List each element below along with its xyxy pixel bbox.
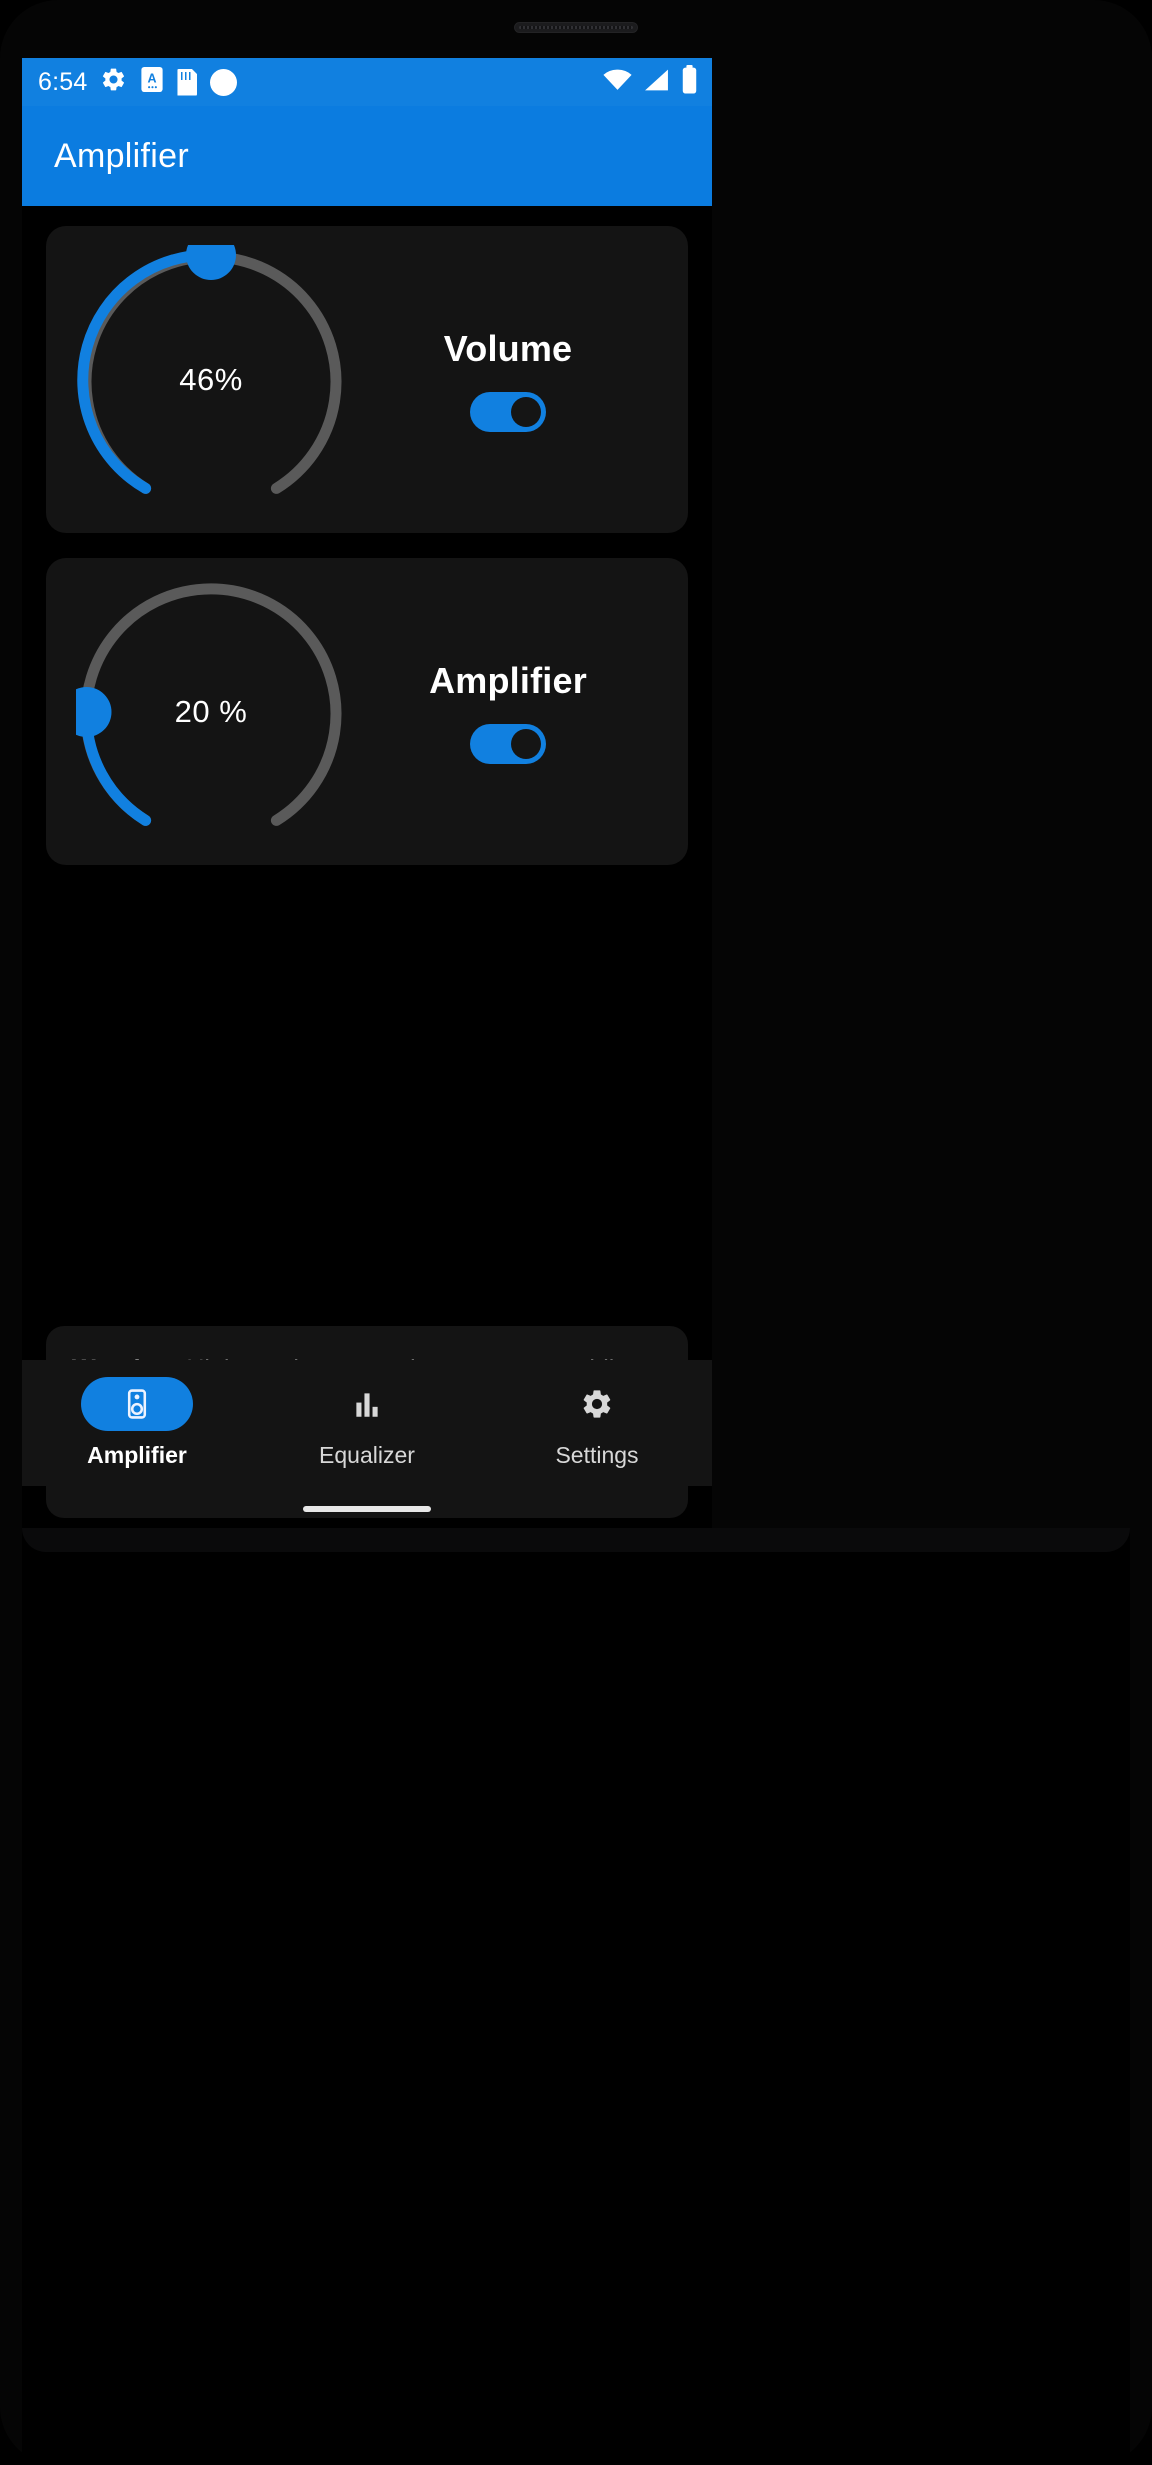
status-bar-clock: 6:54	[38, 67, 88, 96]
speaker-icon	[127, 1389, 147, 1419]
equalizer-bars-icon	[356, 1393, 378, 1417]
nav-label-settings: Settings	[555, 1442, 639, 1468]
status-bar-left-group: 6:54 A	[38, 66, 238, 98]
battery-icon	[681, 65, 698, 99]
volume-value: 46%	[179, 361, 243, 397]
toggle-thumb	[511, 728, 541, 759]
bottom-navigation-bar: Amplifier Equalizer Settings	[22, 1360, 712, 1486]
nav-pill-amplifier	[81, 1377, 193, 1431]
nav-pill-equalizer	[311, 1377, 423, 1431]
earpiece-speaker-grill	[514, 22, 638, 33]
wifi-icon	[603, 69, 632, 96]
app-bar: Amplifier	[22, 106, 712, 206]
sd-card-icon	[177, 68, 198, 96]
page-title: Amplifier	[54, 136, 189, 175]
cellular-signal-icon	[643, 68, 670, 97]
nav-item-amplifier[interactable]: Amplifier	[22, 1377, 252, 1469]
main-content: 46% Volume 20 % Amplifier	[22, 206, 712, 1528]
amplifier-controls: Amplifier	[346, 660, 688, 764]
svg-text:A: A	[148, 71, 157, 85]
gear-icon	[583, 1390, 611, 1418]
nav-item-settings[interactable]: Settings	[482, 1377, 712, 1469]
nav-label-amplifier: Amplifier	[87, 1442, 187, 1468]
volume-controls: Volume	[346, 328, 688, 432]
amplifier-card: 20 % Amplifier	[46, 558, 688, 865]
gear-icon	[100, 66, 127, 98]
phone-device: 6:54 A Amplifier 46% Volume 20 % Amplifi…	[0, 0, 1152, 2465]
circle-dot-icon	[210, 68, 238, 96]
status-bar: 6:54 A	[22, 58, 712, 106]
phone-chin	[22, 1528, 1130, 2465]
volume-toggle[interactable]	[470, 391, 546, 432]
amplifier-value: 20 %	[174, 693, 248, 729]
status-bar-right-group	[603, 65, 698, 99]
phone-bezel: 6:54 A Amplifier 46% Volume 20 % Amplifi…	[0, 0, 1152, 2465]
amplifier-toggle[interactable]	[470, 723, 546, 764]
screen-bottom-edge	[22, 1528, 1130, 1552]
nav-pill-settings	[541, 1377, 653, 1431]
volume-knob[interactable]: 46%	[76, 244, 346, 515]
nav-item-equalizer[interactable]: Equalizer	[252, 1377, 482, 1469]
text-a-badge-icon: A	[140, 66, 164, 98]
amplifier-knob[interactable]: 20 %	[76, 577, 346, 847]
nav-label-equalizer: Equalizer	[319, 1442, 415, 1468]
home-indicator[interactable]	[303, 1506, 431, 1512]
toggle-thumb	[511, 396, 541, 427]
volume-card: 46% Volume	[46, 226, 688, 533]
amplifier-label: Amplifier	[429, 659, 587, 701]
volume-label: Volume	[443, 327, 573, 369]
phone-screen: 6:54 A Amplifier 46% Volume 20 % Amplifi…	[22, 58, 712, 1528]
volume-knob-handle	[186, 244, 236, 280]
